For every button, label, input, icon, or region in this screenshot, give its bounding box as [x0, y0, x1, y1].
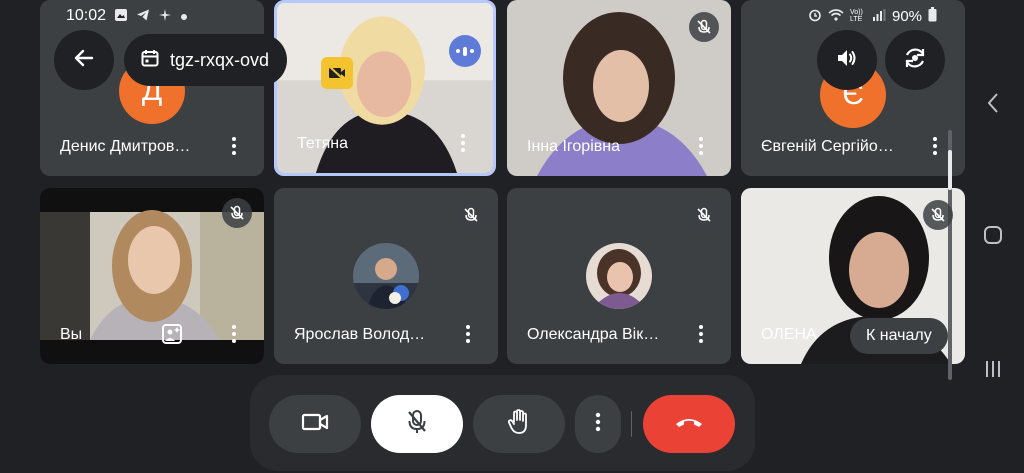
more-options-button[interactable]: [575, 395, 621, 453]
status-bar-right: Vo)) LTE 90%: [808, 6, 937, 26]
participant-tile[interactable]: Інна Ігорівна: [507, 0, 731, 176]
raise-hand-icon: [506, 408, 532, 441]
signal-icon: [872, 8, 886, 25]
mic-off-icon: [406, 409, 428, 440]
participant-tile-self[interactable]: Вы: [40, 188, 264, 364]
alarm-icon: [808, 8, 822, 25]
battery-level: 90%: [892, 7, 923, 25]
participant-name: Ярослав Волод…: [294, 326, 426, 343]
wifi-icon: [828, 8, 844, 25]
switch-camera-button[interactable]: [885, 30, 945, 90]
calendar-icon: [140, 48, 160, 73]
image-icon: [114, 8, 128, 25]
participant-name: Інна Ігорівна: [527, 138, 620, 155]
participant-name: Тетяна: [297, 135, 348, 152]
chevron-left-icon: [986, 92, 1000, 119]
volte-icon: Vo)) LTE: [850, 9, 863, 23]
avatar: [586, 243, 652, 309]
mic-off-icon: [923, 200, 953, 230]
more-vert-icon[interactable]: [224, 322, 244, 346]
system-back-button[interactable]: [978, 90, 1008, 120]
more-vert-icon[interactable]: [453, 131, 473, 155]
mic-off-icon: [456, 200, 486, 230]
divider: [631, 411, 632, 437]
more-vert-icon[interactable]: [925, 134, 945, 158]
visual-effects-icon[interactable]: [160, 322, 184, 346]
system-recents-button[interactable]: [978, 356, 1008, 386]
call-end-icon: [674, 415, 704, 434]
participant-name: Вы: [60, 326, 83, 343]
clock: 10:02: [66, 7, 107, 24]
participant-name: Олександра Вік…: [527, 326, 660, 343]
battery-icon: [928, 7, 937, 25]
sparkle-icon: [158, 8, 172, 25]
mic-toggle-button[interactable]: [371, 395, 463, 453]
raise-hand-button[interactable]: [473, 395, 565, 453]
more-vert-icon[interactable]: [691, 134, 711, 158]
more-vert-icon[interactable]: [224, 134, 244, 158]
back-to-top-button[interactable]: К началу: [850, 318, 948, 354]
mic-off-icon: [222, 198, 252, 228]
participant-name: ОЛЕНА: [761, 326, 817, 343]
home-square-icon: [983, 225, 1003, 250]
end-call-button[interactable]: [643, 395, 735, 453]
recents-icon: [983, 359, 1003, 384]
arrow-back-icon: [72, 46, 96, 75]
participant-tile[interactable]: Ярослав Волод…: [274, 188, 498, 364]
video-camera-icon: [301, 411, 329, 438]
participant-tile[interactable]: Тетяна: [274, 0, 496, 176]
switch-camera-icon: [902, 45, 928, 76]
speaker-icon: [835, 46, 859, 75]
dot-icon: [180, 9, 188, 24]
more-vert-icon: [595, 412, 601, 437]
mic-off-icon: [689, 12, 719, 42]
system-home-button[interactable]: [978, 222, 1008, 252]
back-button[interactable]: [54, 30, 114, 90]
camera-toggle-button[interactable]: [269, 395, 361, 453]
participant-name: Денис Дмитров…: [60, 138, 191, 155]
more-vert-icon[interactable]: [458, 322, 478, 346]
call-controls-bar: [250, 375, 755, 471]
camera-off-icon: [321, 57, 353, 89]
telegram-icon: [136, 8, 150, 25]
status-bar-left: 10:02: [66, 6, 188, 26]
meeting-code: tgz-rxqx-ovd: [170, 49, 270, 70]
participant-tile[interactable]: Олександра Вік…: [507, 188, 731, 364]
meeting-info-chip[interactable]: tgz-rxqx-ovd: [124, 34, 288, 86]
scrollbar-thumb[interactable]: [948, 150, 952, 190]
participant-name: Євгеній Сергійо…: [761, 138, 894, 155]
mic-off-icon: [689, 200, 719, 230]
more-vert-icon[interactable]: [691, 322, 711, 346]
audio-output-button[interactable]: [817, 30, 877, 90]
speaking-indicator: [449, 35, 481, 67]
avatar: [353, 243, 419, 309]
